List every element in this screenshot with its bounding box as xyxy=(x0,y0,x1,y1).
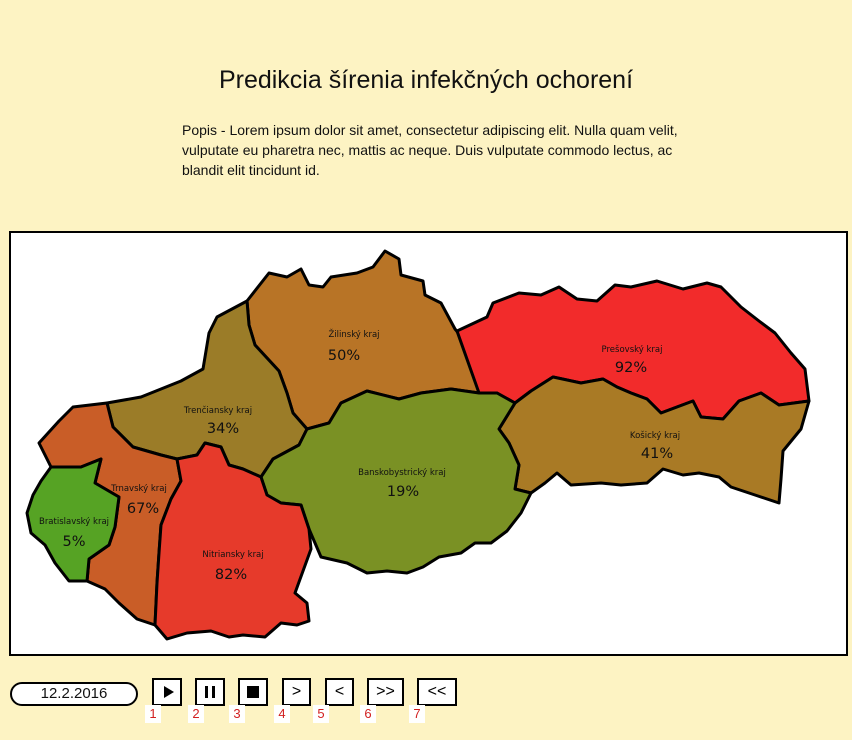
slovakia-map: Žilinský kraj 50% Prešovský kraj 92% Tre… xyxy=(25,249,811,641)
stop-button[interactable] xyxy=(238,678,268,706)
date-display: 12.2.2016 xyxy=(10,682,138,706)
step-forward-button[interactable]: > xyxy=(282,678,311,706)
label-zilinsky: Žilinský kraj xyxy=(328,328,379,340)
value-banskobystricky: 19% xyxy=(387,484,419,500)
pause-button[interactable] xyxy=(195,678,225,706)
control-number: 1 xyxy=(145,705,161,723)
value-trnavsky: 67% xyxy=(127,501,159,517)
label-banskobystricky: Banskobystrický kraj xyxy=(358,468,446,478)
control-number: 2 xyxy=(188,705,204,723)
map-panel: Žilinský kraj 50% Prešovský kraj 92% Tre… xyxy=(9,231,848,656)
control-number: 4 xyxy=(274,705,290,723)
fast-forward-button[interactable]: >> xyxy=(367,678,404,706)
stop-icon xyxy=(247,685,259,698)
value-trenciansky: 34% xyxy=(207,421,239,437)
fast-back-button[interactable]: << xyxy=(417,678,457,706)
value-nitriansky: 82% xyxy=(215,567,247,583)
label-trnavsky: Trnavský kraj xyxy=(110,484,167,494)
pause-icon xyxy=(205,685,215,698)
control-number: 3 xyxy=(229,705,245,723)
label-nitriansky: Nitriansky kraj xyxy=(202,550,263,560)
control-number: 5 xyxy=(313,705,329,723)
page-title: Predikcia šírenia infekčných ochorení xyxy=(218,66,634,94)
value-bratislavsky: 5% xyxy=(62,534,85,550)
label-presovsky: Prešovský kraj xyxy=(602,344,663,355)
control-number: 7 xyxy=(409,705,425,723)
label-trenciansky: Trenčiansky kraj xyxy=(183,405,252,416)
page-description: Popis - Lorem ipsum dolor sit amet, cons… xyxy=(182,122,678,178)
step-back-button[interactable]: < xyxy=(325,678,354,706)
label-bratislavsky: Bratislavský kraj xyxy=(39,517,109,527)
value-kosicky: 41% xyxy=(641,446,673,462)
value-presovsky: 92% xyxy=(615,360,647,376)
control-number: 6 xyxy=(360,705,376,723)
label-kosicky: Košický kraj xyxy=(630,430,680,441)
play-icon xyxy=(163,685,174,698)
value-zilinsky: 50% xyxy=(328,348,360,364)
play-button[interactable] xyxy=(152,678,182,706)
